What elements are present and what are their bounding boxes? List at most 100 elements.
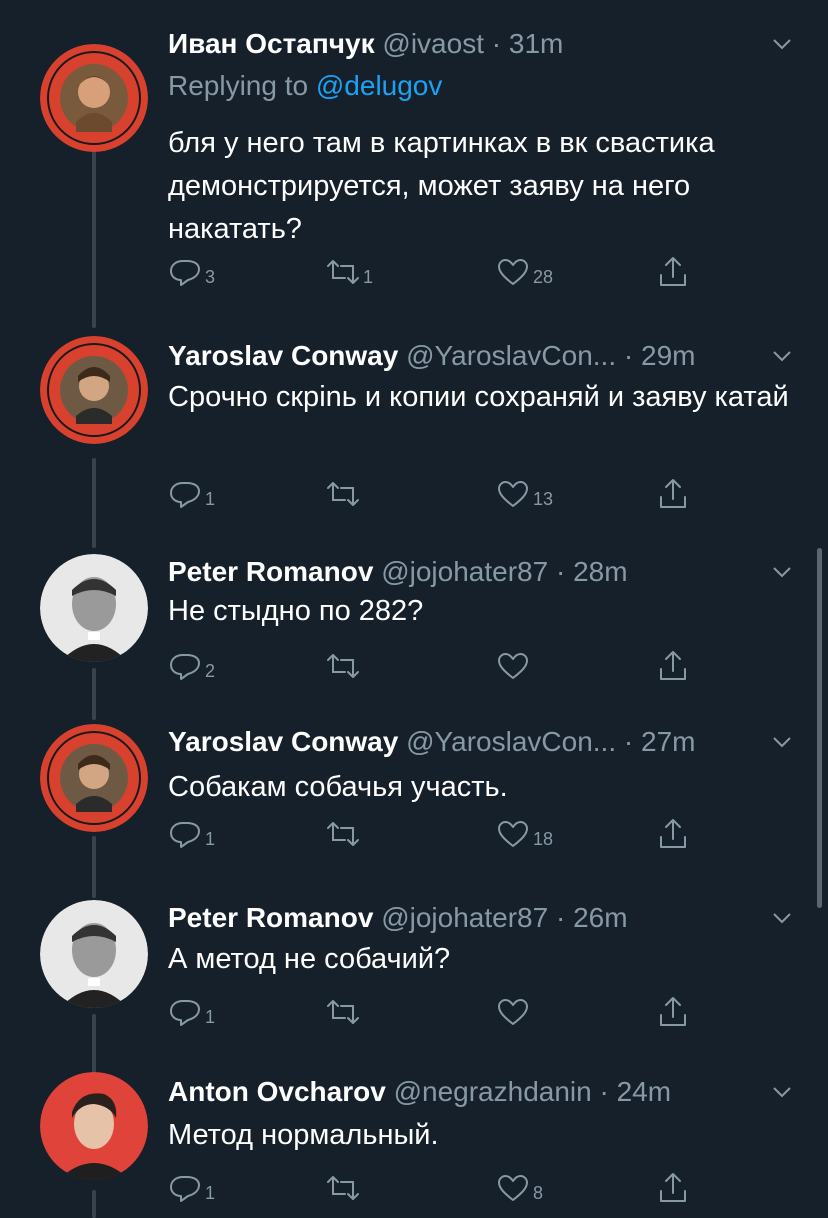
- like-icon: [498, 821, 528, 847]
- tweet-text: Собакам собачья участь.: [168, 771, 508, 803]
- timestamp[interactable]: 28m: [573, 556, 627, 587]
- share-button[interactable]: [656, 816, 690, 852]
- reply-button[interactable]: 1: [168, 994, 215, 1030]
- tweet-header: Иван Остапчук @ivaost · 31m: [168, 24, 768, 64]
- reply-button[interactable]: 2: [168, 648, 215, 684]
- scrollbar[interactable]: [817, 548, 822, 908]
- handle[interactable]: @negrazhdanin: [394, 1076, 592, 1107]
- retweet-icon: [327, 482, 359, 506]
- tweet-actions: 1 18: [168, 816, 708, 852]
- separator: ·: [623, 726, 634, 757]
- reply-button[interactable]: 1: [168, 816, 215, 852]
- avatar[interactable]: [40, 554, 148, 662]
- tweet[interactable]: Yaroslav Conway @YaroslavCon... · 27m Со…: [0, 722, 828, 862]
- like-button[interactable]: 28: [496, 254, 553, 290]
- display-name[interactable]: Peter Romanov: [168, 902, 373, 933]
- handle[interactable]: @YaroslavCon...: [406, 726, 616, 757]
- reply-button[interactable]: 3: [168, 254, 215, 290]
- separator: ·: [599, 1076, 609, 1107]
- retweet-button[interactable]: 1: [326, 254, 373, 290]
- avatar[interactable]: [40, 900, 148, 1008]
- handle[interactable]: @jojohater87: [381, 556, 548, 587]
- like-icon: [498, 481, 528, 507]
- reply-count: 1: [205, 1182, 216, 1203]
- display-name[interactable]: Peter Romanov: [168, 556, 373, 587]
- reply-icon: [170, 822, 200, 848]
- tweet-header: Peter Romanov @jojohater87 · 28m: [168, 552, 768, 592]
- like-icon: [498, 259, 528, 285]
- retweet-button[interactable]: [326, 816, 363, 852]
- timestamp[interactable]: 26m: [573, 902, 627, 933]
- timestamp[interactable]: 27m: [641, 726, 695, 757]
- red-background-avatar: [40, 1072, 148, 1180]
- share-button[interactable]: [656, 648, 690, 684]
- like-button[interactable]: [496, 648, 533, 684]
- tweet-text: Метод нормальный.: [168, 1119, 439, 1151]
- reply-icon: [170, 654, 200, 680]
- retweet-button[interactable]: [326, 648, 363, 684]
- like-button[interactable]: 18: [496, 816, 553, 852]
- reply-button[interactable]: 1: [168, 1170, 215, 1206]
- handle[interactable]: @ivaost: [382, 28, 484, 59]
- retweet-button[interactable]: [326, 476, 363, 512]
- separator: ·: [491, 28, 502, 59]
- tweet-actions: 2: [168, 648, 708, 684]
- chevron-down-icon[interactable]: [768, 558, 796, 586]
- portrait-avatar: [40, 554, 148, 662]
- share-button[interactable]: [656, 1170, 690, 1206]
- like-count: 18: [533, 828, 554, 849]
- reply-count: 1: [205, 828, 216, 849]
- timestamp[interactable]: 29m: [641, 340, 695, 371]
- reply-count: 1: [205, 1006, 216, 1027]
- free-mila-badge-avatar: [40, 336, 148, 444]
- free-mila-badge-avatar: [40, 724, 148, 832]
- avatar[interactable]: [40, 724, 148, 832]
- tweet[interactable]: Иван Остапчук @ivaost · 31m Replying to …: [0, 24, 828, 324]
- replying-to: Replying to @delugov: [168, 68, 442, 104]
- like-button[interactable]: [496, 994, 533, 1030]
- display-name[interactable]: Иван Остапчук: [168, 28, 375, 59]
- tweet-header: Peter Romanov @jojohater87 · 26m: [168, 898, 768, 938]
- like-icon: [498, 999, 528, 1025]
- avatar[interactable]: [40, 336, 148, 444]
- like-button[interactable]: 8: [496, 1170, 543, 1206]
- tweet-text: бля у него там в картинках в вк свастика…: [168, 127, 715, 245]
- tweet[interactable]: Peter Romanov @jojohater87 · 26m А метод…: [0, 898, 828, 1038]
- tweet-text: Не стыдно по 282?: [168, 595, 424, 627]
- chevron-down-icon[interactable]: [768, 904, 796, 932]
- avatar[interactable]: [40, 1072, 148, 1180]
- reply-button[interactable]: 1: [168, 476, 215, 512]
- display-name[interactable]: Yaroslav Conway: [168, 726, 398, 757]
- tweet[interactable]: Peter Romanov @jojohater87 · 28m Не стыд…: [0, 552, 828, 702]
- chevron-down-icon[interactable]: [768, 30, 796, 58]
- share-icon: [660, 819, 686, 848]
- mention-link[interactable]: @delugov: [316, 70, 443, 101]
- chevron-down-icon[interactable]: [768, 728, 796, 756]
- display-name[interactable]: Yaroslav Conway: [168, 340, 398, 371]
- separator: ·: [623, 340, 634, 371]
- timestamp[interactable]: 31m: [509, 28, 563, 59]
- tweet[interactable]: Yaroslav Conway @YaroslavCon... · 29m Ср…: [0, 336, 828, 526]
- avatar[interactable]: [40, 44, 148, 152]
- share-icon: [660, 1173, 686, 1202]
- share-icon: [660, 997, 686, 1026]
- retweet-icon: [327, 1176, 359, 1200]
- like-button[interactable]: 13: [496, 476, 553, 512]
- handle[interactable]: @jojohater87: [381, 902, 548, 933]
- share-icon: [660, 479, 686, 508]
- share-button[interactable]: [656, 254, 690, 290]
- share-button[interactable]: [656, 476, 690, 512]
- tweet-text: А метод не собачий?: [168, 943, 451, 975]
- handle[interactable]: @YaroslavCon...: [406, 340, 616, 371]
- timestamp[interactable]: 24m: [617, 1076, 671, 1107]
- share-button[interactable]: [656, 994, 690, 1030]
- retweet-button[interactable]: [326, 994, 363, 1030]
- tweet-header: Yaroslav Conway @YaroslavCon... · 29m: [168, 336, 768, 376]
- retweet-button[interactable]: [326, 1170, 363, 1206]
- display-name[interactable]: Anton Ovcharov: [168, 1076, 386, 1107]
- chevron-down-icon[interactable]: [768, 342, 796, 370]
- portrait-avatar: [40, 900, 148, 1008]
- tweet[interactable]: Anton Ovcharov @negrazhdanin · 24m Метод…: [0, 1072, 828, 1218]
- chevron-down-icon[interactable]: [768, 1078, 796, 1106]
- tweet-actions: 1 8: [168, 1170, 708, 1206]
